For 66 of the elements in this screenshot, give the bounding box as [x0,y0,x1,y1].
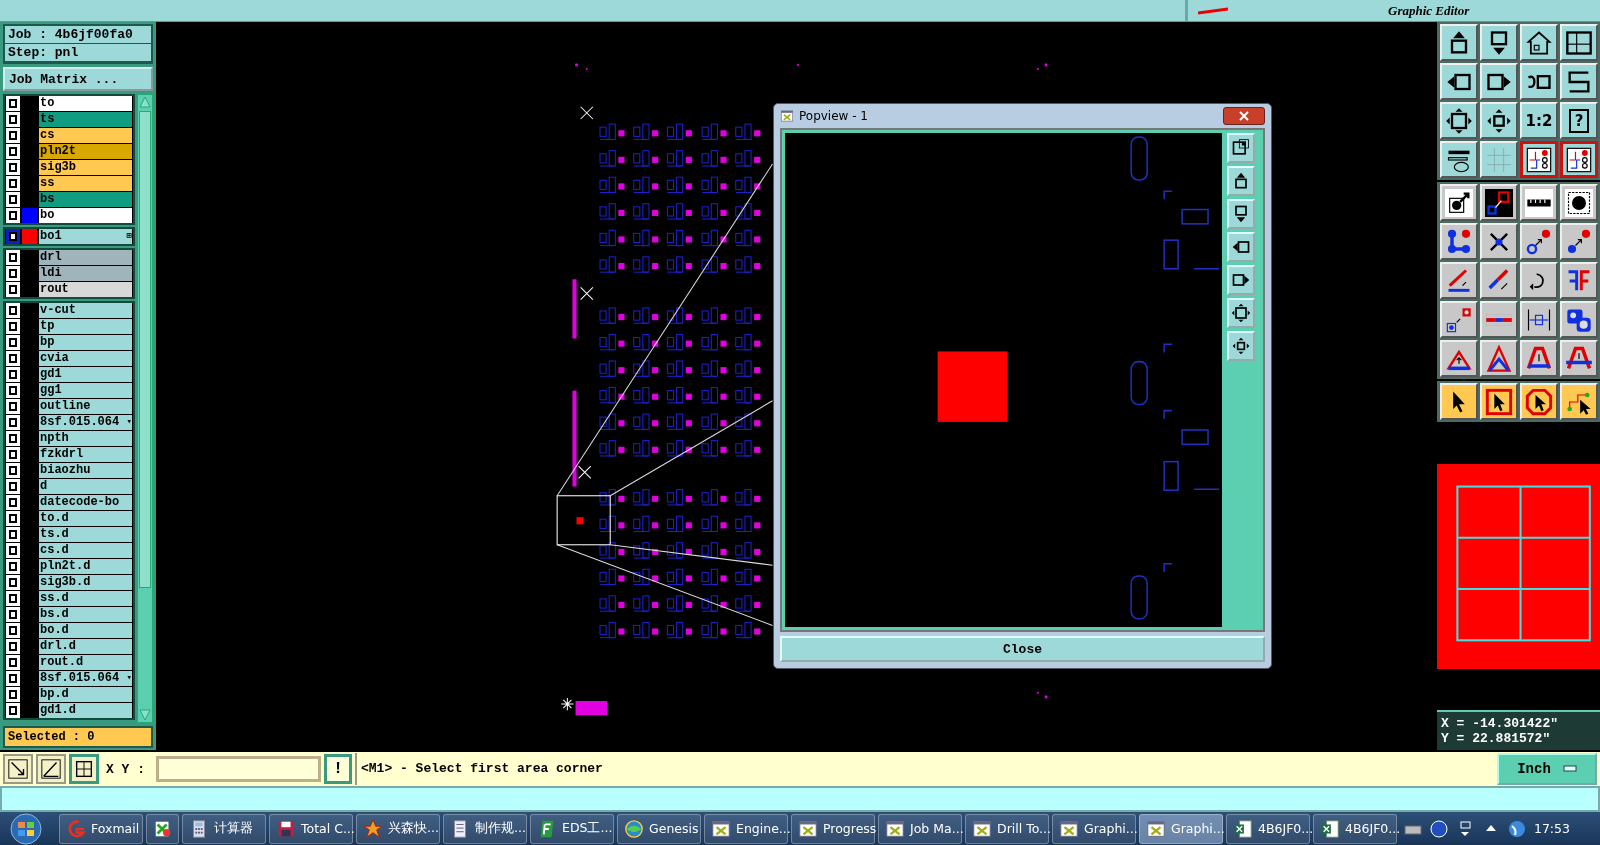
step-name: Step: pnl [5,44,151,62]
taskbar-item[interactable]: Graphi... [1139,813,1223,844]
layer-name[interactable]: npth [39,431,132,446]
layer-name[interactable]: pln2t.d [39,559,132,574]
app-subtitle: Graphic Editor [1388,2,1470,19]
layer-name[interactable]: cvia [39,351,132,366]
layer-name[interactable]: gg1 [39,383,132,398]
layer-name[interactable]: outline [39,399,132,414]
job-matrix-button[interactable]: Job Matrix ... [3,67,153,91]
layer-name[interactable]: rout [39,282,132,297]
alert-button[interactable]: ! [324,754,352,784]
xy-label: X Y : [105,761,146,777]
zoom-ratio-button[interactable]: 1:2 [1520,102,1558,139]
taskbar-item[interactable]: 4B6JF0... [1226,813,1310,844]
layer-name[interactable]: bo.d [39,623,132,638]
layer-name[interactable]: to [39,96,132,111]
selected-count: Selected : 0 [3,726,153,748]
taskbar-item[interactable]: Graphi... [1052,813,1136,844]
layer-name[interactable]: ss [39,176,132,191]
layer-name[interactable]: ss.d [39,591,132,606]
taskbar-item[interactable]: 兴森快... [356,813,440,844]
taskbar-item[interactable]: EDS工... [530,813,614,844]
job-name: Job : 4b6jf00fa0 [5,26,151,44]
close-button[interactable]: Close [780,636,1265,662]
layer-name[interactable]: 8sf.015.064 ▾ [39,671,132,686]
layer-name[interactable]: ts.d [39,527,132,542]
layer-name[interactable]: biaozhu [39,463,132,478]
layer-name[interactable]: bp.d [39,687,132,702]
taskbar-item[interactable]: 4B6JF0... [1313,813,1397,844]
taskbar-item[interactable]: Progress [791,813,875,844]
layer-name[interactable]: bo1 ⊞ [39,229,132,244]
window-title: Popview - 1 [799,109,868,123]
layer-name[interactable]: gd1 [39,367,132,382]
layer-name[interactable]: ldi [39,266,132,281]
layer-name[interactable]: sig3b.d [39,575,132,590]
taskbar-item[interactable]: 制作规... [443,813,527,844]
units-dropdown[interactable]: Inch [1497,753,1597,785]
layer-name[interactable]: cs.d [39,543,132,558]
taskbar-item[interactable]: Job Ma... [878,813,962,844]
taskbar-item[interactable]: Genesis [617,813,701,844]
layer-name[interactable]: 8sf.015.064 ▾ [39,415,132,430]
layer-name[interactable]: to.d [39,511,132,526]
taskbar-item[interactable]: Total C... [269,813,353,844]
taskbar-item[interactable]: Drill To... [965,813,1049,844]
layer-name[interactable]: gd1.d [39,703,132,718]
layer-name[interactable]: cs [39,128,132,143]
clock: 17:53 [1533,821,1570,836]
taskbar-item[interactable]: Foxmail [59,813,143,844]
layer-name[interactable]: bp [39,335,132,350]
layer-name[interactable]: rout.d [39,655,132,670]
layer-name[interactable]: fzkdrl [39,447,132,462]
layer-name[interactable]: sig3b [39,160,132,175]
layer-name[interactable]: bs.d [39,607,132,622]
layer-name[interactable]: drl.d [39,639,132,654]
layer-name[interactable]: v-cut [39,303,132,318]
layer-name[interactable]: bs [39,192,132,207]
layer-name[interactable]: d [39,479,132,494]
help-button[interactable]: ? [1560,102,1598,139]
layer-name[interactable]: datecode-bo [39,495,132,510]
layer-name[interactable]: pln2t [39,144,132,159]
layer-name[interactable]: bo [39,208,132,223]
layer-name[interactable]: tp [39,319,132,334]
layer-name[interactable]: ts [39,112,132,127]
layer-name[interactable]: drl [39,250,132,265]
taskbar-item[interactable]: Engine... [704,813,788,844]
taskbar-item[interactable]: 计算器 [182,813,266,844]
